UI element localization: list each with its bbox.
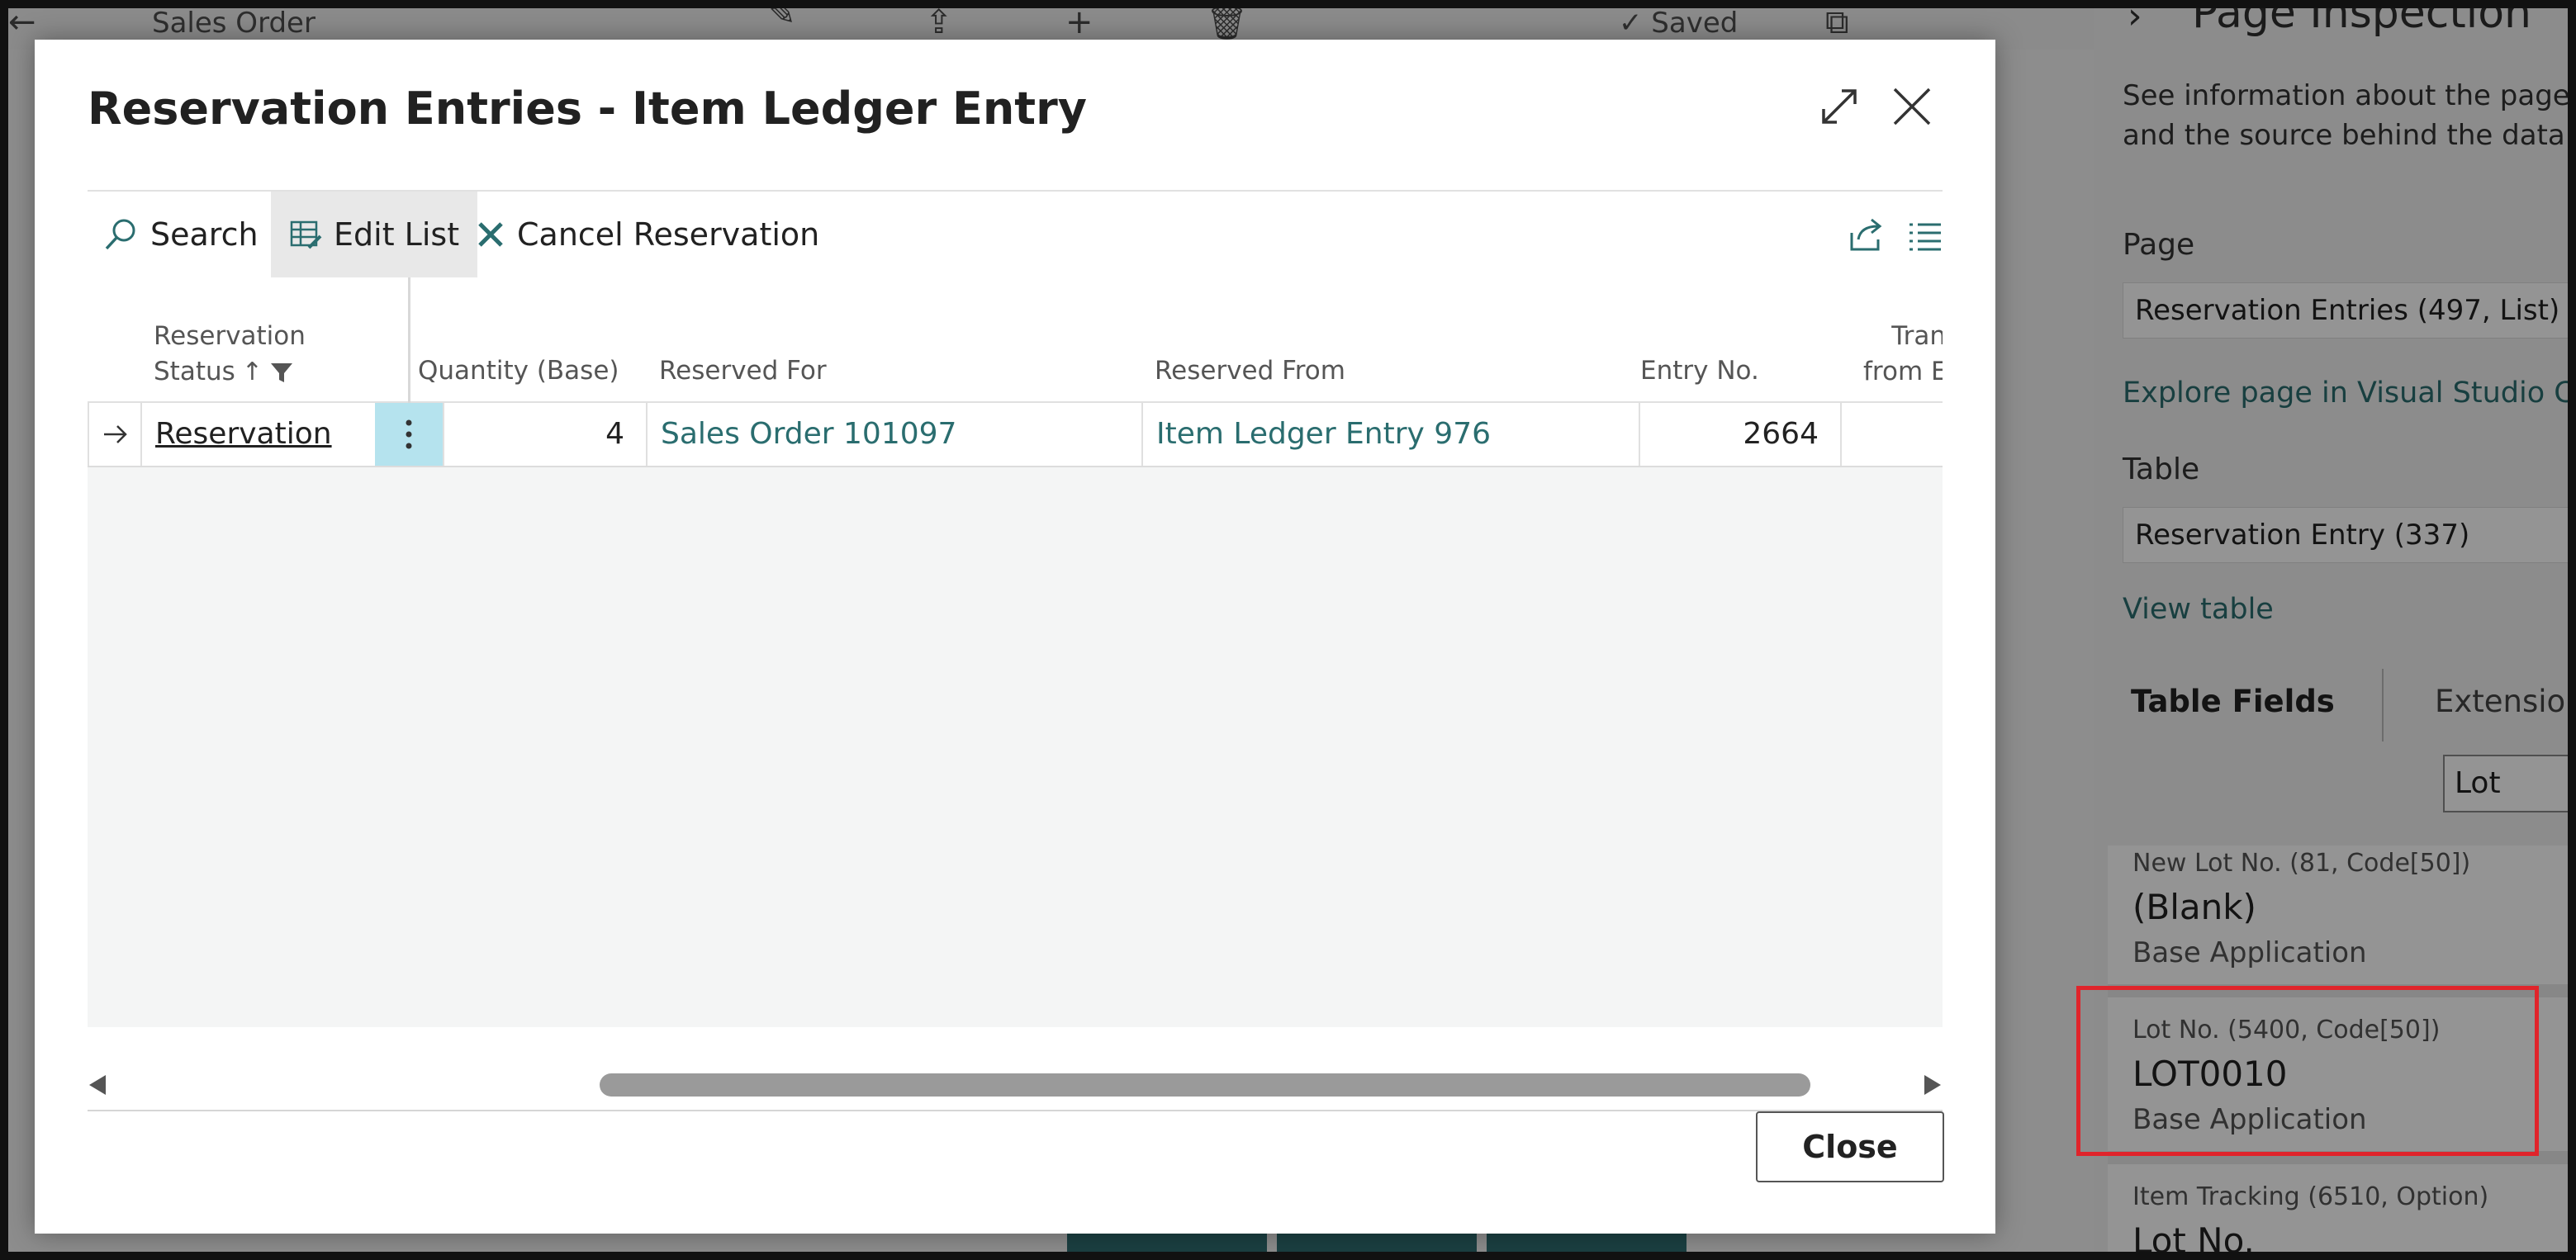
list-item: New Lot No. (81, Code[50]) (Blank) Base … [2108, 849, 2576, 997]
current-row-arrow-icon [104, 425, 127, 443]
collapse-chevron-icon[interactable]: › [2128, 0, 2142, 37]
column-header-reserved-from[interactable]: Reserved From [1155, 353, 1345, 389]
column-header-reserved-for[interactable]: Reserved For [659, 353, 827, 389]
table-label: Table [2123, 452, 2200, 486]
more-options-icon [406, 419, 412, 449]
cancel-reservation-label: Cancel Reservation [517, 216, 820, 253]
inspection-tabs: Table Fields Extensions [2123, 662, 2576, 741]
column-header-label-row: Status ↑ [154, 354, 306, 390]
field-value: Lot No. [2132, 1220, 2255, 1260]
sort-ascending-icon: ↑ [241, 358, 263, 386]
search-label: Search [150, 216, 259, 253]
scroll-left-arrow-icon[interactable] [89, 1075, 106, 1095]
column-header-label: Status [154, 357, 235, 386]
table-value: Reservation Entry (337) [2123, 507, 2576, 563]
cell-entry-no[interactable]: 2664 [1640, 403, 1842, 466]
field-value: (Blank) [2132, 887, 2256, 927]
cancel-reservation-button[interactable]: Cancel Reservation [476, 192, 819, 277]
column-header-quantity-base[interactable]: Quantity (Base) [418, 353, 619, 389]
inspection-description: See information about the page, i and th… [2123, 79, 2576, 152]
cell-quantity-base[interactable]: 4 [443, 403, 648, 466]
tab-divider [2382, 669, 2384, 741]
field-name: New Lot No. (81, Code[50]) [2132, 849, 2471, 878]
column-header-label: Reservation [154, 321, 306, 351]
search-icon [105, 219, 135, 250]
cell-reservation-status[interactable]: Reservation [142, 403, 375, 466]
page-label: Page [2123, 228, 2195, 262]
cell-reserved-for[interactable]: Sales Order 101097 [648, 403, 1143, 466]
filter-icon [270, 362, 292, 382]
edit-list-label: Edit List [334, 216, 460, 253]
reservation-entries-grid: Reservation Status ↑ Quantity (Base) Res… [88, 277, 1943, 1027]
cancel-x-icon [478, 222, 503, 247]
table-row[interactable]: Reservation 4 Sales Order 101097 Item Le… [88, 403, 1943, 467]
row-selector[interactable] [88, 403, 142, 466]
dialog-title: Reservation Entries - Item Ledger Entry [88, 83, 1087, 135]
close-icon[interactable] [1890, 84, 1934, 129]
edit-list-button[interactable]: Edit List [271, 192, 478, 277]
explore-page-link[interactable]: Explore page in Visual Studio Co [2123, 377, 2576, 410]
grid-header: Reservation Status ↑ Quantity (Base) Res… [88, 277, 1943, 467]
highlight-box [2076, 986, 2539, 1156]
reservation-entries-dialog: Reservation Entries - Item Ledger Entry … [35, 40, 1995, 1234]
cell-transferred-from-entry[interactable] [1842, 403, 1943, 466]
tab-extensions[interactable]: Extensions [2435, 684, 2576, 719]
field-name: Item Tracking (6510, Option) [2132, 1182, 2489, 1211]
close-button[interactable]: Close [1756, 1111, 1944, 1182]
column-header-transferred-from-entry[interactable]: Tran from En [1863, 319, 1943, 390]
tab-table-fields[interactable]: Table Fields [2131, 684, 2335, 719]
scroll-right-arrow-icon[interactable] [1924, 1075, 1941, 1095]
page-value: Reservation Entries (497, List) [2123, 282, 2576, 339]
search-button[interactable]: Search [102, 192, 259, 277]
view-table-link[interactable]: View table [2123, 593, 2274, 626]
column-header-entry-no[interactable]: Entry No. [1640, 353, 1759, 389]
field-filter-input[interactable]: Lot [2443, 755, 2576, 812]
list-view-icon[interactable] [1905, 215, 1946, 256]
row-actions-button[interactable] [375, 403, 443, 466]
expand-icon[interactable] [1819, 86, 1860, 127]
inspection-title: Page Inspection [2192, 0, 2531, 38]
column-header-label: from En [1863, 357, 1943, 386]
share-icon[interactable] [1845, 215, 1886, 256]
horizontal-scrollbar[interactable] [88, 1060, 1943, 1111]
field-source: Base Application [2132, 936, 2367, 969]
column-header-reservation-status[interactable]: Reservation Status ↑ [154, 319, 306, 390]
reservation-status-link[interactable]: Reservation [155, 417, 332, 451]
column-header-label: Tran [1891, 321, 1943, 351]
edit-list-icon [290, 220, 322, 249]
scrollbar-thumb[interactable] [600, 1073, 1810, 1097]
cell-reserved-from[interactable]: Item Ledger Entry 976 [1143, 403, 1640, 466]
action-bar: Search Edit List Cancel Reservation [88, 190, 1943, 279]
list-item: Item Tracking (6510, Option) Lot No. [2108, 1182, 2576, 1260]
